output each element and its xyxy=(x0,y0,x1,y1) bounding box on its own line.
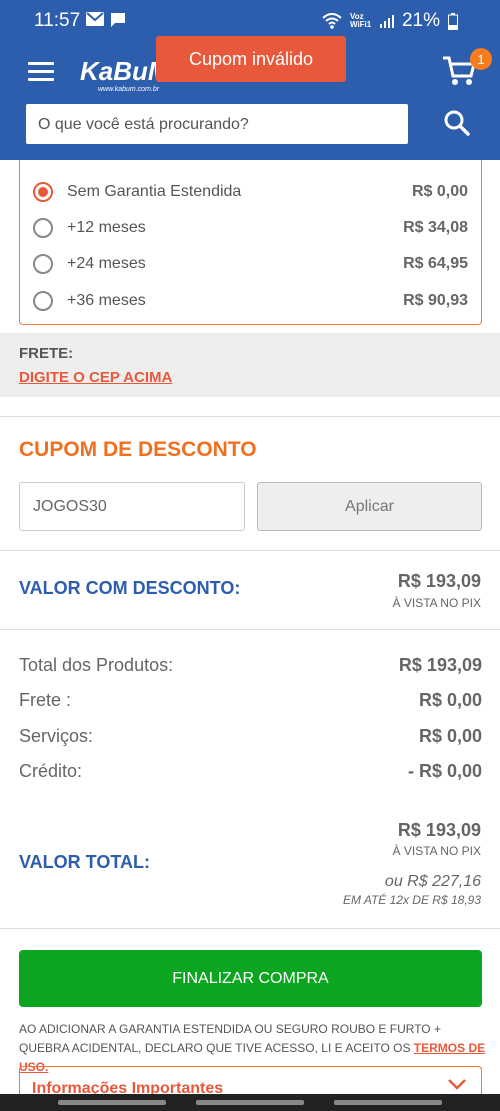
summary-value: R$ 193,09 xyxy=(398,655,482,675)
search-input[interactable]: O que você está procurando? xyxy=(26,104,408,144)
summary-row: Serviços: R$ 0,00 xyxy=(19,724,482,750)
installment-note: EM ATÉ 12x DE R$ 18,93 xyxy=(342,893,481,907)
warranty-option-label: Sem Garantia Estendida xyxy=(67,183,242,200)
status-bar: 11:57 Voz WiFi1 21% xyxy=(0,0,500,40)
summary-row: Crédito: - R$ 0,00 xyxy=(19,759,482,785)
warranty-option-label: +36 meses xyxy=(67,292,146,309)
coupon-title: CUPOM DE DESCONTO xyxy=(19,438,257,461)
checkout-button[interactable]: FINALIZAR COMPRA xyxy=(19,950,482,1007)
shipping-section: FRETE: DIGITE O CEP ACIMA xyxy=(0,333,500,397)
total-note: À VISTA NO PIX xyxy=(392,844,481,858)
warranty-option[interactable]: +24 meses R$ 64,95 xyxy=(19,246,482,282)
divider xyxy=(0,416,500,417)
divider xyxy=(0,928,500,929)
battery-icon xyxy=(448,12,458,30)
warranty-option[interactable]: +36 meses R$ 90,93 xyxy=(19,283,482,319)
divider xyxy=(0,629,500,630)
enter-cep-link[interactable]: DIGITE O CEP ACIMA xyxy=(19,369,172,386)
error-toast: Cupom inválido xyxy=(156,36,346,82)
battery-text: 21% xyxy=(401,10,440,31)
shipping-label: FRETE: xyxy=(19,345,74,362)
system-nav-bar xyxy=(0,1094,500,1111)
summary-label: Total dos Produtos: xyxy=(19,655,174,675)
warranty-option-label: +12 meses xyxy=(67,219,146,236)
warranty-option-label: +24 meses xyxy=(67,255,146,272)
total-label: VALOR TOTAL: xyxy=(19,852,150,872)
terms-body: AO ADICIONAR A GARANTIA ESTENDIDA OU SEG… xyxy=(19,1022,441,1055)
discount-value-label: VALOR COM DESCONTO: xyxy=(19,578,241,598)
summary-row: Frete : R$ 0,00 xyxy=(19,688,482,714)
important-info-accordion[interactable]: Informações Importantes xyxy=(19,1066,482,1096)
installment-price: ou R$ 227,16 xyxy=(384,873,481,890)
summary-label: Frete : xyxy=(19,690,72,710)
warranty-option-price: R$ 34,08 xyxy=(403,219,468,236)
summary-row: Total dos Produtos: R$ 193,09 xyxy=(19,653,482,679)
summary-label: Crédito: xyxy=(19,761,83,781)
radio-selected[interactable] xyxy=(33,182,53,202)
network-label: Voz WiFi1 xyxy=(349,12,372,29)
notification-icons xyxy=(86,12,126,28)
radio-unselected[interactable] xyxy=(33,291,53,311)
warranty-option[interactable]: +12 meses R$ 34,08 xyxy=(19,210,482,246)
status-right: Voz WiFi1 21% xyxy=(322,10,458,32)
signal-icon xyxy=(379,15,394,28)
cart-count-badge: 1 xyxy=(470,48,492,70)
warranty-option[interactable]: Sem Garantia Estendida R$ 0,00 xyxy=(19,174,482,210)
summary-label: Serviços: xyxy=(19,726,94,746)
chevron-down-icon xyxy=(448,1079,466,1090)
summary-value: - R$ 0,00 xyxy=(407,761,482,781)
discount-price: R$ 193,09 xyxy=(397,571,481,591)
warranty-option-price: R$ 64,95 xyxy=(403,255,468,272)
mail-icon xyxy=(86,12,104,26)
menu-icon[interactable] xyxy=(28,62,54,82)
search-icon[interactable] xyxy=(442,108,472,138)
radio-unselected[interactable] xyxy=(33,254,53,274)
warranty-option-price: R$ 0,00 xyxy=(411,183,468,200)
divider xyxy=(0,550,500,551)
svg-text:www.kabum.com.br: www.kabum.com.br xyxy=(98,86,160,93)
wifi-icon xyxy=(322,13,342,29)
status-time: 11:57 xyxy=(34,10,81,31)
chat-icon xyxy=(111,13,125,27)
discount-note: À VISTA NO PIX xyxy=(392,596,481,610)
coupon-input[interactable]: JOGOS30 xyxy=(19,482,245,531)
apply-coupon-button[interactable]: Aplicar xyxy=(257,482,482,531)
radio-unselected[interactable] xyxy=(33,218,53,238)
total-price: R$ 193,09 xyxy=(397,820,481,840)
summary-value: R$ 0,00 xyxy=(418,726,482,746)
warranty-option-price: R$ 90,93 xyxy=(403,292,468,309)
summary-value: R$ 0,00 xyxy=(418,690,482,710)
